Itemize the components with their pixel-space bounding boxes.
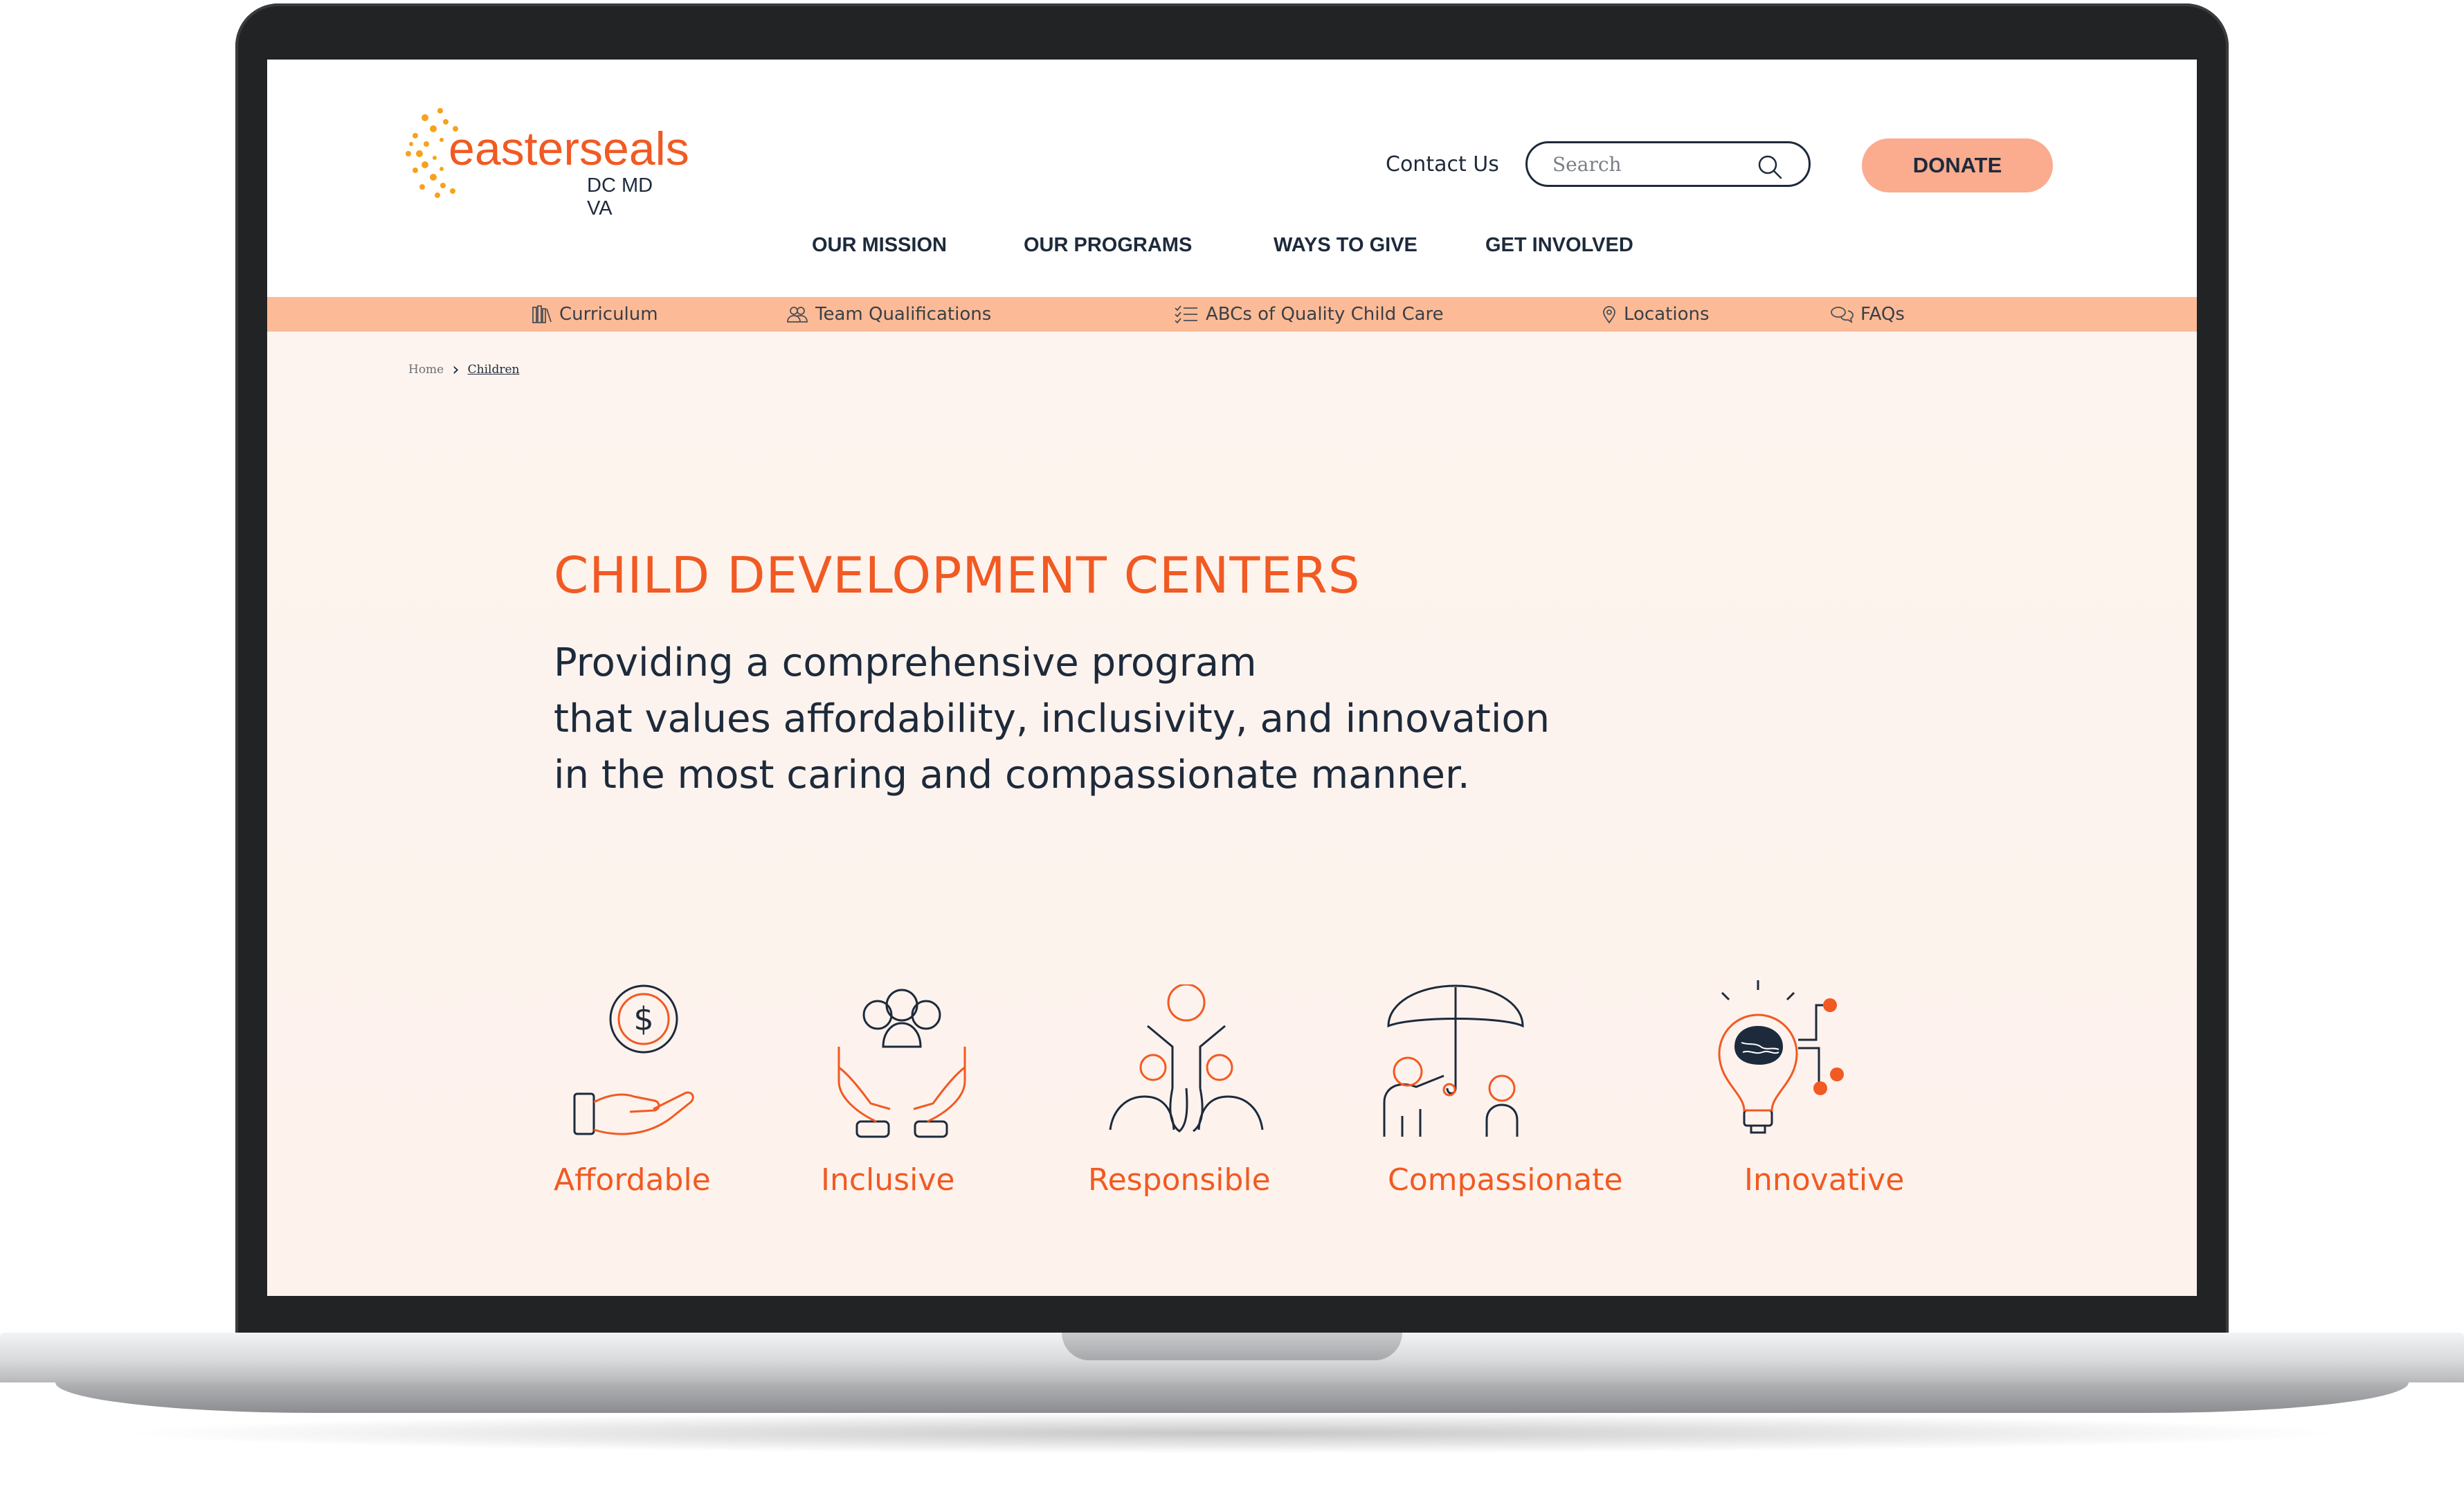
subnav-label: FAQs: [1860, 304, 1905, 325]
subnav-label: ABCs of Quality Child Care: [1206, 304, 1444, 325]
logo-region: DC MD VA: [587, 174, 653, 219]
hero-subtitle-line: in the most caring and compassionate man…: [554, 752, 1470, 797]
donate-button[interactable]: DONATE: [1862, 138, 2053, 192]
nav-our-mission[interactable]: OUR MISSION: [812, 234, 947, 257]
sub-nav: Curriculum Team Qualifications ABCs of Q…: [267, 297, 2197, 332]
laptop-screen: easterseals DC MD VA Contact Us Search D…: [267, 60, 2197, 1296]
easterseals-logo[interactable]: easterseals DC MD VA: [404, 101, 689, 219]
value-innovative: Innovative: [1744, 1162, 1905, 1198]
hand-coin-icon: $: [573, 984, 694, 1135]
svg-text:$: $: [633, 1000, 653, 1038]
chat-bubbles-icon: [1831, 307, 1854, 323]
hero-subtitle-line: that values affordability, inclusivity, …: [554, 696, 1550, 741]
people-icon: [787, 307, 808, 323]
laptop-base-lower: [55, 1382, 2409, 1413]
value-compassionate: Compassionate: [1388, 1162, 1623, 1198]
laptop-notch: [1062, 1333, 1402, 1360]
subnav-curriculum[interactable]: Curriculum: [532, 303, 658, 326]
umbrella-family-icon: [1383, 984, 1524, 1137]
books-icon: [532, 305, 552, 323]
subnav-label: Team Qualifications: [815, 304, 992, 325]
subnav-team-qualifications[interactable]: Team Qualifications: [786, 303, 991, 326]
search-input[interactable]: Search: [1525, 141, 1811, 187]
hero-section: Home › Children CHILD DEVELOPMENT CENTER…: [267, 332, 2197, 1296]
nav-ways-to-give[interactable]: WAYS TO GIVE: [1274, 234, 1417, 257]
site-header: easterseals DC MD VA Contact Us Search D…: [267, 60, 2197, 297]
main-nav: OUR MISSION OUR PROGRAMS WAYS TO GIVE GE…: [267, 234, 2197, 267]
hero-subtitle: Providing a comprehensive program that v…: [554, 635, 1592, 803]
search-placeholder: Search: [1552, 153, 1622, 176]
value-affordable: Affordable: [554, 1162, 711, 1198]
chevron-right-icon: ›: [452, 359, 460, 380]
contact-us-link[interactable]: Contact Us: [1386, 152, 1499, 177]
hero-subtitle-line: Providing a comprehensive program: [554, 640, 1257, 685]
nav-our-programs[interactable]: OUR PROGRAMS: [1024, 234, 1192, 257]
subnav-locations[interactable]: Locations: [1602, 303, 1710, 326]
breadcrumb: Home › Children: [408, 359, 520, 380]
screen-bezel: [267, 1296, 2197, 1331]
subnav-label: Locations: [1624, 304, 1710, 325]
value-responsible: Responsible: [1088, 1162, 1271, 1198]
subnav-abcs[interactable]: ABCs of Quality Child Care: [1174, 303, 1444, 326]
children-group-icon: [1109, 984, 1264, 1133]
subnav-faqs[interactable]: FAQs: [1830, 303, 1905, 326]
logo-wordmark: easterseals: [449, 123, 689, 175]
subnav-label: Curriculum: [559, 304, 658, 325]
page-title: CHILD DEVELOPMENT CENTERS: [554, 546, 1361, 604]
search-icon[interactable]: [1756, 153, 1784, 181]
laptop-shadow: [111, 1412, 2353, 1454]
hands-group-icon: [837, 989, 966, 1138]
breadcrumb-current[interactable]: Children: [468, 363, 520, 377]
map-pin-icon: [1603, 306, 1615, 324]
value-inclusive: Inclusive: [821, 1162, 955, 1198]
checklist-icon: [1175, 305, 1197, 324]
lightbulb-brain-icon: [1718, 980, 1844, 1134]
nav-get-involved[interactable]: GET INVOLVED: [1485, 234, 1633, 257]
breadcrumb-home[interactable]: Home: [408, 363, 444, 377]
